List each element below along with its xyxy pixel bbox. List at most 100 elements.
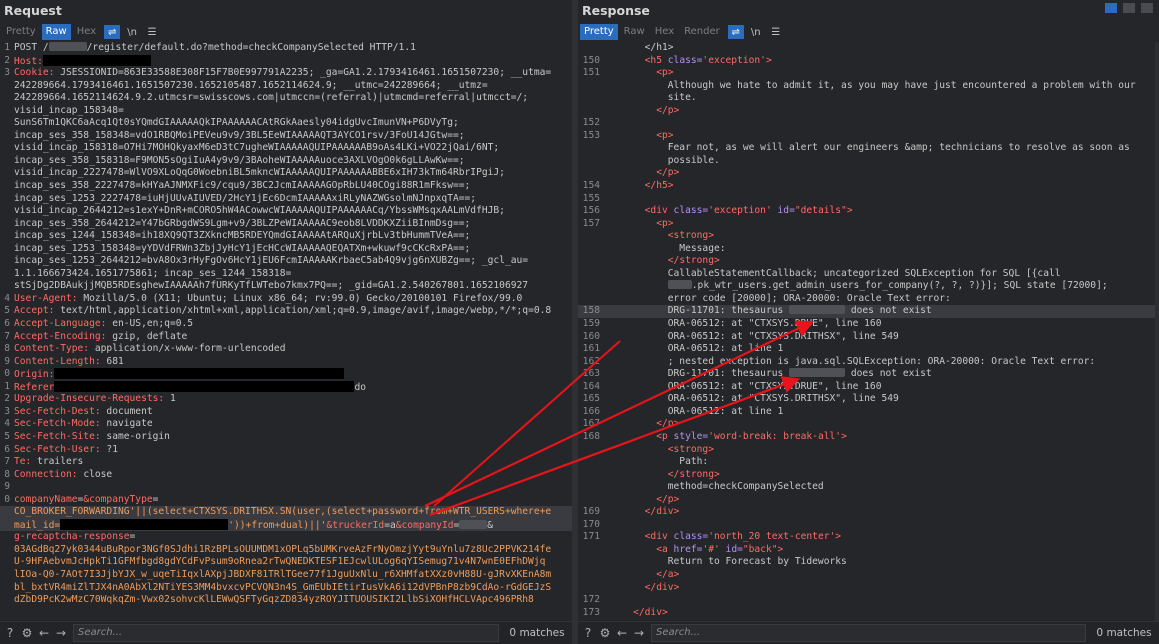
line-number: 5: [4, 305, 10, 317]
line-text: Host:: [14, 54, 572, 68]
code-token: <div: [644, 205, 674, 217]
line-number: 154: [582, 180, 600, 192]
response-tab-render[interactable]: Render: [680, 24, 724, 40]
line-text: incap_ses_358_158348=vdO1RBQMoiPEVeu9v9/…: [14, 130, 572, 143]
line-number: [578, 582, 610, 595]
line-number: [578, 92, 610, 105]
menu-icon[interactable]: ☰: [768, 25, 784, 39]
response-tab-pretty[interactable]: Pretty: [580, 24, 618, 40]
line-number: 150: [582, 54, 600, 66]
layout-toggles: [1105, 3, 1153, 13]
line-number: 152: [582, 117, 600, 129]
request-line: visid_incap_158348=: [0, 105, 572, 118]
code-token: Te:: [14, 456, 38, 468]
code-token: incap_ses_358_2227478=kHYaAJNMXFic9/cqu9…: [14, 180, 471, 192]
request-tab-hex[interactable]: Hex: [73, 24, 100, 40]
line-number: [578, 167, 610, 180]
request-search-input[interactable]: Search...: [73, 624, 499, 642]
split-horizontal-icon[interactable]: [1105, 3, 1117, 13]
code-token: Return to Forecast by Tideworks: [610, 556, 847, 568]
request-line: incap_ses_1253_2644212=bvA8Ox3rHyFgOv6Hc…: [0, 255, 572, 268]
line-number: 165: [582, 393, 600, 405]
forward-arrow-icon[interactable]: →: [632, 626, 646, 640]
line-text: </p>: [610, 167, 1159, 180]
line-text: Sec-Fetch-Dest: document: [14, 406, 572, 419]
code-token: Fear not, as we will alert our engineers…: [610, 142, 1130, 154]
line-number: 3: [4, 67, 10, 79]
response-line: 155: [578, 193, 1159, 206]
response-line: </a>: [578, 569, 1159, 582]
line-text: [610, 117, 1159, 130]
line-text: Accept: text/html,application/xhtml+xml,…: [14, 305, 572, 318]
forward-arrow-icon[interactable]: →: [54, 626, 68, 640]
request-line: 4 User-Agent: Mozilla/5.0 (X11; Ubuntu; L…: [0, 293, 572, 306]
line-text: Return to Forecast by Tideworks: [610, 556, 1159, 569]
line-text: possible.: [610, 155, 1159, 168]
line-number: 159: [582, 318, 600, 330]
menu-icon[interactable]: ☰: [144, 25, 160, 39]
help-icon[interactable]: ?: [581, 626, 595, 640]
request-editor[interactable]: 1 POST / /register/default.do?method=check…: [0, 42, 572, 622]
response-line: CallableStatementCallback; uncategorized…: [578, 268, 1159, 281]
line-number: 1: [4, 380, 10, 392]
line-number: 6: [4, 318, 10, 330]
line-text: visid_incap_158318=O7Hi7MOHQkyaxM6eD3tC7…: [14, 142, 572, 155]
line-text: [14, 481, 572, 494]
line-text: ORA-06512: at line 1: [610, 406, 1159, 419]
newline-toggle[interactable]: \n: [124, 25, 140, 39]
line-text: site.: [610, 92, 1159, 105]
back-arrow-icon[interactable]: ←: [37, 626, 51, 640]
code-token: </p>: [656, 104, 680, 116]
code-token: site.: [610, 92, 697, 104]
response-editor[interactable]: </h1> 150 <h5 class='exception'> 151 <p> A…: [578, 42, 1159, 622]
response-line: 153 <p>: [578, 130, 1159, 143]
split-vertical-icon[interactable]: [1123, 3, 1135, 13]
code-token: class=: [667, 54, 703, 66]
line-text: 242289664.1652114624.9.2.utmcsr=swisscow…: [14, 92, 572, 105]
line-text: Accept-Language: en-US,en;q=0.5: [14, 318, 572, 331]
response-line: 164 ORA-06512: at "CTXSYS.DRUE", line 16…: [578, 381, 1159, 394]
newline-toggle[interactable]: \n: [748, 25, 764, 39]
request-line: lIOa-Q0-7AOt7I3JjbYJX_w_uqeTiIqxlAXpjJBD…: [0, 569, 572, 582]
line-text: incap_ses_358_2227478=kHYaAJNMXFic9/cqu9…: [14, 180, 572, 193]
request-title: Request: [4, 3, 62, 18]
line-number: 8: [4, 343, 10, 355]
line-number: 9: [4, 355, 10, 367]
settings-gear-icon[interactable]: ⚙: [20, 626, 34, 640]
code-token: Upgrade-Insecure-Requests:: [14, 393, 170, 405]
code-token: </p>: [656, 418, 680, 430]
wrap-lines-icon[interactable]: ⇌: [727, 25, 744, 39]
request-line: CO_BROKER_FORWARDING'||(select+CTXSYS.DR…: [0, 506, 572, 519]
response-line: 157 <p>: [578, 218, 1159, 231]
response-line: </h1>: [578, 42, 1159, 55]
response-line: </strong>: [578, 469, 1159, 482]
response-line: </p>: [578, 105, 1159, 118]
settings-gear-icon[interactable]: ⚙: [598, 626, 612, 640]
line-number: [0, 180, 14, 193]
response-search-input[interactable]: Search...: [651, 624, 1086, 642]
request-tab-raw[interactable]: Raw: [41, 24, 71, 40]
code-token: CO_BROKER_FORWARDING'||(select+CTXSYS.DR…: [14, 506, 552, 518]
response-tab-raw[interactable]: Raw: [620, 24, 649, 40]
line-number: 151: [582, 67, 600, 79]
request-line: 9 Content-Length: 681: [0, 356, 572, 369]
line-text: Te: trailers: [14, 456, 572, 469]
line-number: [578, 456, 610, 469]
back-arrow-icon[interactable]: ←: [615, 626, 629, 640]
help-icon[interactable]: ?: [3, 626, 17, 640]
line-text: Sec-Fetch-Mode: navigate: [14, 418, 572, 431]
line-number: 155: [582, 192, 600, 204]
response-tab-hex[interactable]: Hex: [651, 24, 678, 40]
code-token: SunS6Tm1QKC6aAcq1Qt0sYQmdGIAAAAAQkIPAAAA…: [14, 117, 459, 129]
single-pane-icon[interactable]: [1141, 3, 1153, 13]
line-text: User-Agent: Mozilla/5.0 (X11; Ubuntu; Li…: [14, 293, 572, 306]
line-text: incap_ses_358_158318=F9MON5sOgiIuA4y9v9/…: [14, 155, 572, 168]
wrap-lines-icon[interactable]: ⇌: [104, 25, 121, 39]
line-text: incap_ses_1244_158348=ih18XQ9QT3ZXkncMB5…: [14, 230, 572, 243]
response-scrollbar[interactable]: [1155, 42, 1159, 622]
request-tab-pretty[interactable]: Pretty: [2, 24, 40, 40]
code-token: Sec-Fetch-Site:: [14, 430, 107, 442]
redacted-block: [60, 518, 229, 530]
code-token: close: [83, 468, 113, 480]
